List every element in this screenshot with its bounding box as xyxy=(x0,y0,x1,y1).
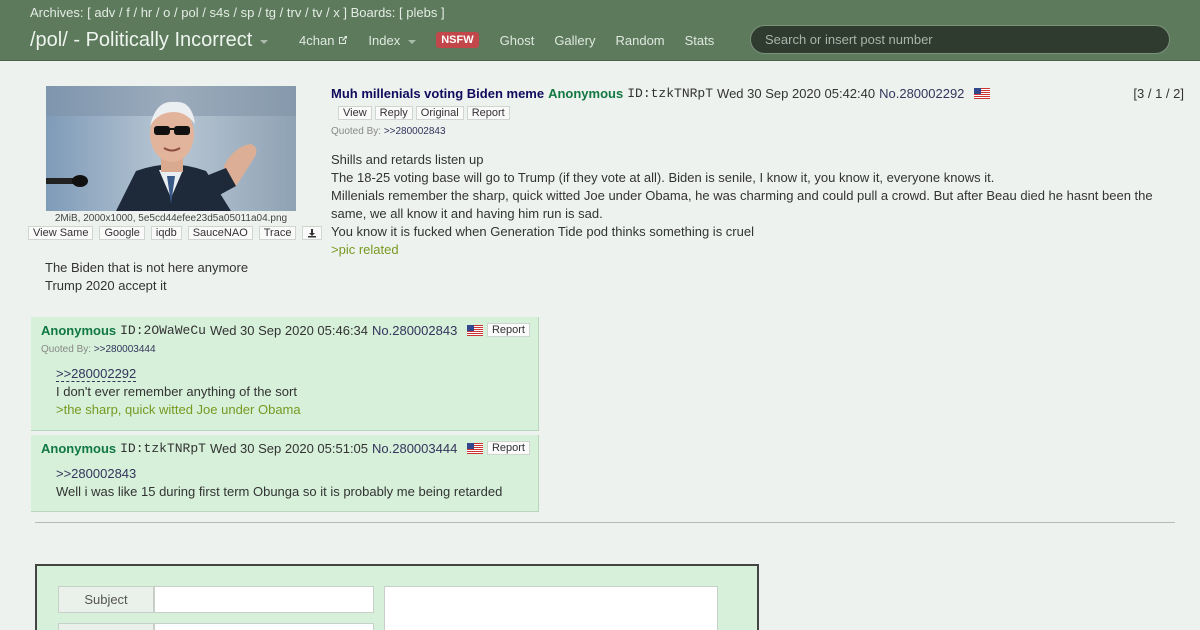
image-tools: View Same Google iqdb SauceNAO Trace xyxy=(28,226,323,240)
report-button[interactable]: Report xyxy=(486,323,530,337)
archive-link-o[interactable]: o xyxy=(163,5,170,20)
us-flag-icon xyxy=(974,88,991,99)
chevron-down-icon xyxy=(260,40,269,44)
us-flag-icon xyxy=(467,325,484,336)
post-date: Wed 30 Sep 2020 05:42:40 xyxy=(717,86,876,101)
archive-link-sp[interactable]: sp xyxy=(241,5,255,20)
google-search-button[interactable]: Google xyxy=(99,226,145,240)
original-button[interactable]: Original xyxy=(415,106,464,120)
poster-name: Anonymous xyxy=(548,86,624,101)
iqdb-button[interactable]: iqdb xyxy=(150,226,182,240)
external-link-icon xyxy=(338,35,348,45)
quote-link[interactable]: >>280002843 xyxy=(56,466,136,481)
op-post-body: Shills and retards listen up The 18-25 v… xyxy=(331,151,1176,259)
subject-input[interactable] xyxy=(154,586,374,613)
report-button[interactable]: Report xyxy=(466,106,510,120)
nav-ghost-link[interactable]: Ghost xyxy=(500,33,535,48)
board-title-dropdown[interactable]: /pol/ - Politically Incorrect xyxy=(30,29,269,52)
archives-label: Archives: xyxy=(30,5,84,20)
reply-post: Anonymous ID:tzkTNRpT Wed 30 Sep 2020 05… xyxy=(31,435,539,512)
nav-4chan-link[interactable]: 4chan xyxy=(299,33,348,48)
reply-header: Anonymous ID:2OWaWeCu Wed 30 Sep 2020 05… xyxy=(41,323,484,338)
op-post-header: Muh millenials voting Biden meme Anonymo… xyxy=(331,86,991,101)
archive-link-trv[interactable]: trv xyxy=(287,5,301,20)
comment-textarea[interactable] xyxy=(384,586,718,630)
op-quoted-by: Quoted By: >>280002843 xyxy=(331,126,446,137)
thread-counter: [3 / 1 / 2] xyxy=(1133,86,1184,101)
form-label xyxy=(58,623,154,630)
archive-link-tg[interactable]: tg xyxy=(265,5,276,20)
archive-link-x[interactable]: x xyxy=(333,5,340,20)
chevron-down-icon xyxy=(408,39,417,44)
post-date: Wed 30 Sep 2020 05:46:34 xyxy=(209,323,369,338)
us-flag-icon xyxy=(467,443,484,454)
download-icon xyxy=(308,229,317,238)
archives-list: Archives: [ adv / f / hr / o / pol / s4s… xyxy=(30,5,445,20)
reply-post: Anonymous ID:2OWaWeCu Wed 30 Sep 2020 05… xyxy=(31,317,539,431)
quoted-by-link[interactable]: >>280002843 xyxy=(384,126,446,137)
op-action-buttons: View Reply Original Report xyxy=(338,106,510,120)
view-same-button[interactable]: View Same xyxy=(28,226,94,240)
reply-form: Subject xyxy=(35,564,759,630)
op-image-thumbnail[interactable] xyxy=(46,86,296,211)
board-link-plebs[interactable]: plebs xyxy=(406,5,437,20)
form-input[interactable] xyxy=(154,623,374,630)
top-navigation-bar: Archives: [ adv / f / hr / o / pol / s4s… xyxy=(0,0,1200,61)
board-title: /pol/ - Politically Incorrect xyxy=(30,29,253,51)
saucenao-button[interactable]: SauceNAO xyxy=(187,226,253,240)
nav-links: 4chan Index NSFW Ghost Gallery Random St… xyxy=(299,32,734,48)
poster-id[interactable]: ID:2OWaWeCu xyxy=(120,323,206,338)
archive-link-f[interactable]: f xyxy=(126,5,130,20)
boards-label: Boards: xyxy=(350,5,396,20)
post-number-link[interactable]: No.280002843 xyxy=(372,323,457,338)
reply-button[interactable]: Reply xyxy=(374,106,413,120)
thread-divider xyxy=(35,522,1175,523)
reply-quoted-by: Quoted By: >>280003444 xyxy=(41,344,156,355)
post-subject: Muh millenials voting Biden meme xyxy=(331,86,545,101)
nav-stats-link[interactable]: Stats xyxy=(685,33,715,48)
archive-link-pol[interactable]: pol xyxy=(181,5,198,20)
op-image-caption: The Biden that is not here anymore Trump… xyxy=(45,260,249,293)
nav-index-dropdown[interactable]: Index xyxy=(368,33,417,48)
reply-body: >>280002292 I don't ever remember anythi… xyxy=(56,366,301,417)
archive-link-adv[interactable]: adv xyxy=(94,5,115,20)
post-number-link[interactable]: No.280002292 xyxy=(879,86,964,101)
reply-body: >>280002843 Well i was like 15 during fi… xyxy=(56,466,503,499)
archive-link-tv[interactable]: tv xyxy=(312,5,322,20)
report-button[interactable]: Report xyxy=(486,441,530,455)
poster-name: Anonymous xyxy=(41,323,117,338)
nav-gallery-link[interactable]: Gallery xyxy=(554,33,595,48)
view-button[interactable]: View xyxy=(338,106,372,120)
file-info: 2MiB, 2000x1000, 5e5cd44efee23d5a05011a0… xyxy=(54,213,288,224)
reply-header: Anonymous ID:tzkTNRpT Wed 30 Sep 2020 05… xyxy=(41,441,484,456)
post-date: Wed 30 Sep 2020 05:51:05 xyxy=(209,441,369,456)
nav-random-link[interactable]: Random xyxy=(616,33,665,48)
archive-link-s4s[interactable]: s4s xyxy=(209,5,229,20)
poster-name: Anonymous xyxy=(41,441,117,456)
post-number-link[interactable]: No.280003444 xyxy=(372,441,457,456)
greentext: >pic related xyxy=(331,242,399,257)
poster-id[interactable]: ID:tzkTNRpT xyxy=(627,86,713,101)
poster-id[interactable]: ID:tzkTNRpT xyxy=(120,441,206,456)
archive-link-hr[interactable]: hr xyxy=(141,5,153,20)
trace-button[interactable]: Trace xyxy=(258,226,297,240)
quote-link[interactable]: >>280002292 xyxy=(56,366,137,382)
quoted-by-link[interactable]: >>280003444 xyxy=(94,344,156,355)
greentext: >the sharp, quick witted Joe under Obama xyxy=(56,402,301,417)
search-input[interactable] xyxy=(750,25,1170,54)
download-button[interactable] xyxy=(302,226,323,240)
nsfw-badge: NSFW xyxy=(436,32,479,48)
subject-label: Subject xyxy=(58,586,154,613)
